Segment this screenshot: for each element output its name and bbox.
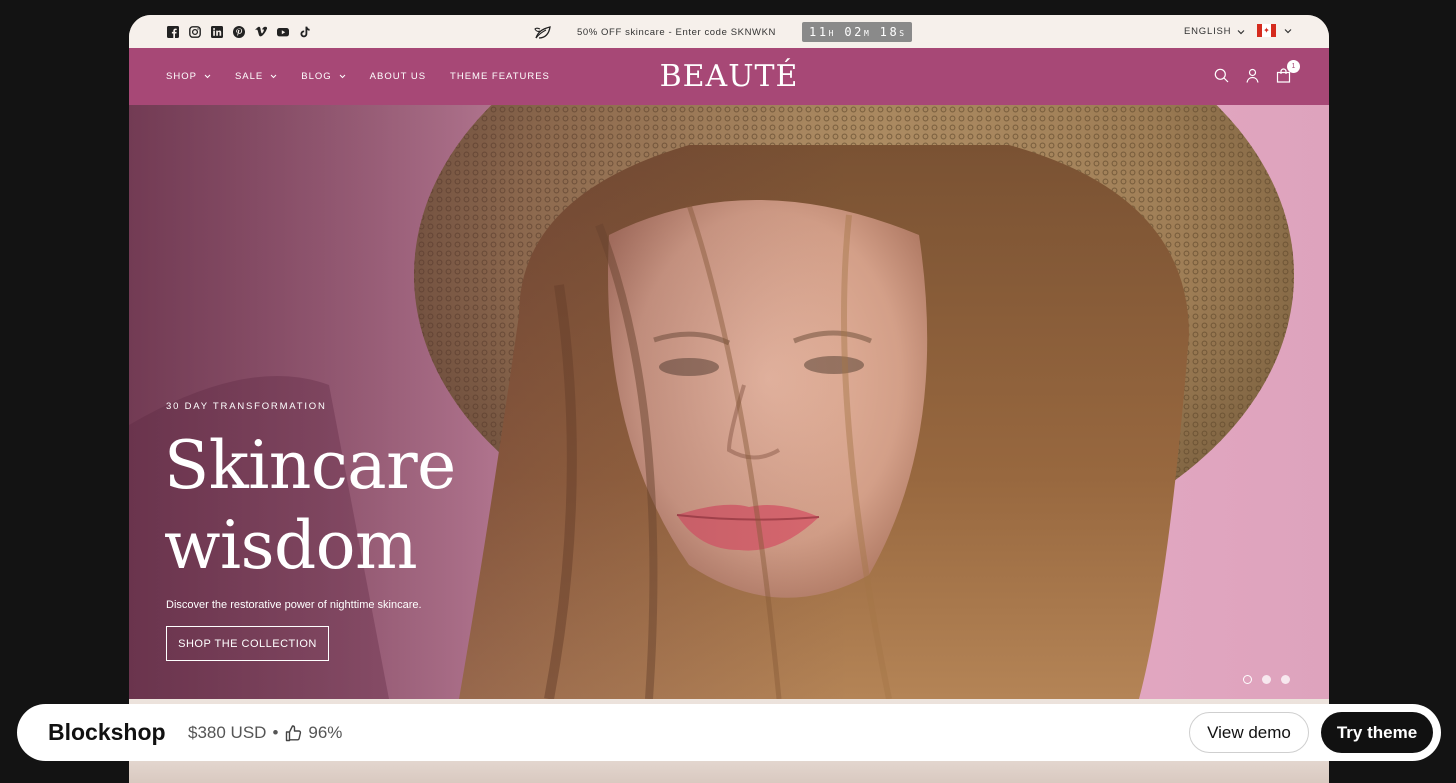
theme-rating: 96%: [308, 723, 343, 742]
hero-subtext: Discover the restorative power of nightt…: [166, 599, 422, 611]
hero-headline-line: wisdom: [164, 507, 418, 584]
slide-dot[interactable]: [1262, 675, 1271, 684]
language-selector[interactable]: ENGLISH: [1184, 26, 1245, 37]
store-logo[interactable]: BEAUTÉ: [129, 59, 1329, 94]
chevron-down-icon: [1237, 29, 1245, 34]
meta-separator: •: [272, 723, 279, 742]
site-header: SHOP SALE BLOG ABOUT US THEME FEATURES B…: [129, 48, 1329, 105]
hero-headline: Skincare wisdom: [164, 426, 456, 586]
slideshow-dots: [1243, 675, 1290, 684]
hero-slideshow: 30 DAY TRANSFORMATION Skincare wisdom Di…: [129, 105, 1329, 699]
cart-icon[interactable]: 1: [1276, 60, 1300, 83]
country-selector[interactable]: ✦: [1257, 24, 1292, 37]
countdown-minutes: 02: [844, 25, 864, 39]
promo-banner: 50% OFF skincare - Enter code SKNWKN 11H…: [534, 22, 913, 42]
announcement-bar: 50% OFF skincare - Enter code SKNWKN 11H…: [129, 15, 1329, 48]
theme-info-bar: Blockshop $380 USD • 96% View demo Try t…: [17, 704, 1441, 761]
slide-dot[interactable]: [1243, 675, 1252, 684]
thumbs-up-icon: [286, 725, 302, 742]
store-preview-frame: 50% OFF skincare - Enter code SKNWKN 11H…: [129, 15, 1329, 783]
view-demo-button[interactable]: View demo: [1189, 712, 1309, 753]
countdown-hours: 11: [809, 25, 829, 39]
theme-name: Blockshop: [48, 719, 166, 745]
pinterest-icon[interactable]: [232, 25, 245, 38]
vimeo-icon[interactable]: [254, 25, 267, 38]
try-theme-button[interactable]: Try theme: [1321, 712, 1433, 753]
youtube-icon[interactable]: [276, 25, 289, 38]
header-actions: 1: [1214, 60, 1300, 83]
tiktok-icon[interactable]: [298, 25, 311, 38]
social-links: [166, 25, 311, 38]
facebook-icon[interactable]: [166, 25, 179, 38]
chevron-down-icon: [1284, 28, 1292, 33]
countdown-minutes-unit: M: [863, 29, 870, 38]
language-label: ENGLISH: [1184, 26, 1232, 37]
countdown-timer: 11H 02M 18S: [802, 22, 913, 42]
linkedin-icon[interactable]: [210, 25, 223, 38]
hero-headline-line: Skincare: [164, 427, 456, 504]
slide-dot[interactable]: [1281, 675, 1290, 684]
search-icon[interactable]: [1214, 68, 1229, 83]
instagram-icon[interactable]: [188, 25, 201, 38]
hero-eyebrow: 30 DAY TRANSFORMATION: [166, 401, 327, 412]
theme-price: $380 USD: [188, 723, 267, 742]
shop-collection-button[interactable]: SHOP THE COLLECTION: [166, 626, 329, 661]
account-icon[interactable]: [1245, 68, 1260, 83]
theme-meta: $380 USD • 96%: [188, 723, 342, 743]
promo-text: 50% OFF skincare - Enter code SKNWKN: [577, 26, 776, 38]
canada-flag-icon: ✦: [1257, 24, 1276, 37]
countdown-hours-unit: H: [828, 29, 835, 38]
countdown-seconds-unit: S: [899, 29, 906, 38]
leaf-icon: [534, 26, 551, 39]
countdown-seconds: 18: [879, 25, 900, 39]
cart-count-badge: 1: [1287, 60, 1300, 73]
